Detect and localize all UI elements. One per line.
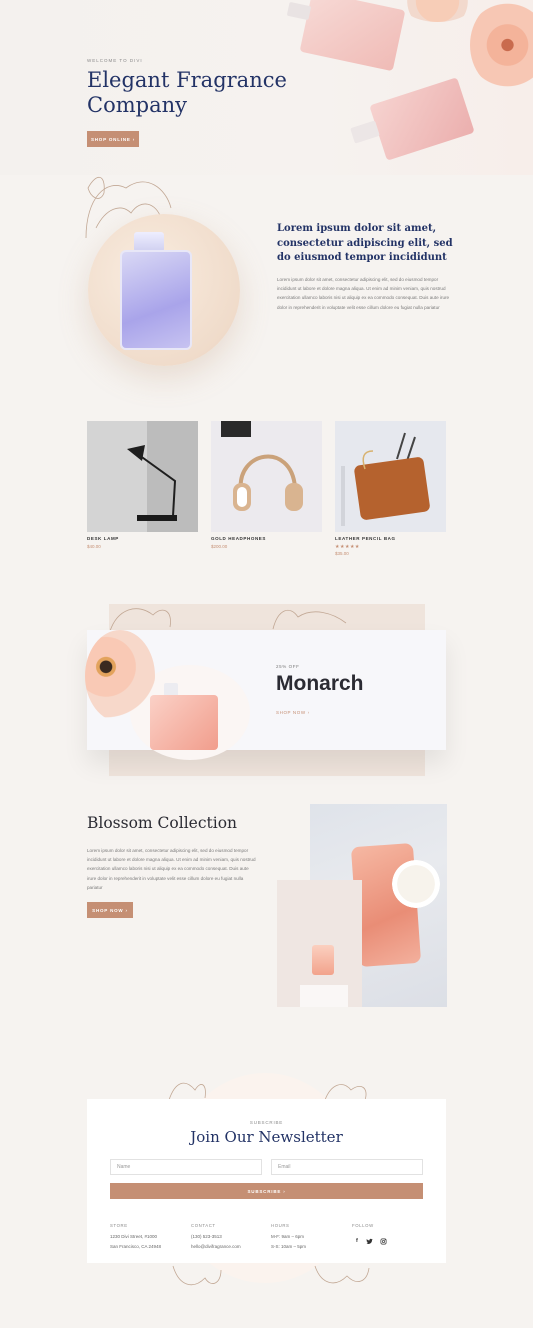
contact-phone[interactable]: (130) 523-3513 [191,1234,222,1239]
product-rating-stars: ★★★★★ [335,544,360,550]
product-image-leather-pencil-bag[interactable] [335,421,446,532]
hours-heading: HOURS [271,1223,290,1228]
facebook-icon[interactable]: f [356,1238,358,1244]
intro-heading: Lorem ipsum dolor sit amet, consectetur … [277,223,453,263]
blossom-title: Blossom Collection [87,814,238,832]
subscribe-button[interactable]: SUBSCRIBE › [110,1183,423,1199]
lavender-perfume-bottle-image [120,250,192,350]
pink-perfume-bottle-image [150,695,218,750]
newsletter-eyebrow: SUBSCRIBE [249,1120,284,1125]
blossom-shop-now-button[interactable]: SHOP NOW › [87,902,133,918]
newsletter-title: Join Our Newsletter [190,1128,343,1146]
contact-heading: CONTACT [191,1223,216,1228]
small-perfume-bottle-image [312,945,334,975]
contact-email[interactable]: hello@divifragrance.com [191,1244,241,1249]
blossom-body-text: Lorem ipsum dolor sit amet, consectetur … [87,848,256,890]
twitter-icon[interactable] [366,1238,373,1247]
product-price: $35.00 [335,551,349,556]
perfume-cap-image [134,232,164,252]
store-address-line: 1230 Divi Street, #1000 [110,1234,158,1239]
product-name[interactable]: LEATHER PENCIL BAG [335,536,396,541]
product-name[interactable]: GOLD HEADPHONES [211,536,266,541]
follow-heading: FOLLOW [352,1223,374,1228]
floral-sketch-decoration [109,608,347,632]
hours-weekend: S-S: 10am – 5pm [271,1244,307,1249]
pedestal-image [300,985,348,1007]
instagram-icon[interactable] [380,1238,387,1247]
hours-weekday: M-F: 9am – 6pm [271,1234,305,1239]
floral-sketch-decoration [172,1265,370,1286]
email-input[interactable]: Email [271,1159,423,1175]
hero-title: Elegant Fragrance Company [87,68,287,117]
name-input[interactable]: Name [110,1159,262,1175]
intro-body-text: Lorem ipsum dolor sit amet, consectetur … [277,277,450,310]
store-address-line: San Francisco, CA 24948 [110,1244,162,1249]
store-heading: STORE [110,1223,128,1228]
product-name[interactable]: DESK LAMP [87,536,119,541]
shop-online-button[interactable]: SHOP ONLINE › [87,131,139,147]
monarch-discount-label: 25% OFF [276,664,300,669]
white-flower-image [392,860,440,908]
product-image-gold-headphones[interactable] [211,421,322,532]
product-image-desk-lamp[interactable] [87,421,198,532]
product-price: $200.00 [211,544,228,549]
monarch-shop-now-link[interactable]: SHOP NOW › [276,710,310,715]
gerbera-flower-image [85,630,155,722]
product-price: $40.00 [87,544,101,549]
hero-eyebrow: WELCOME TO DIVI [87,58,143,63]
monarch-title: Monarch [276,672,364,695]
